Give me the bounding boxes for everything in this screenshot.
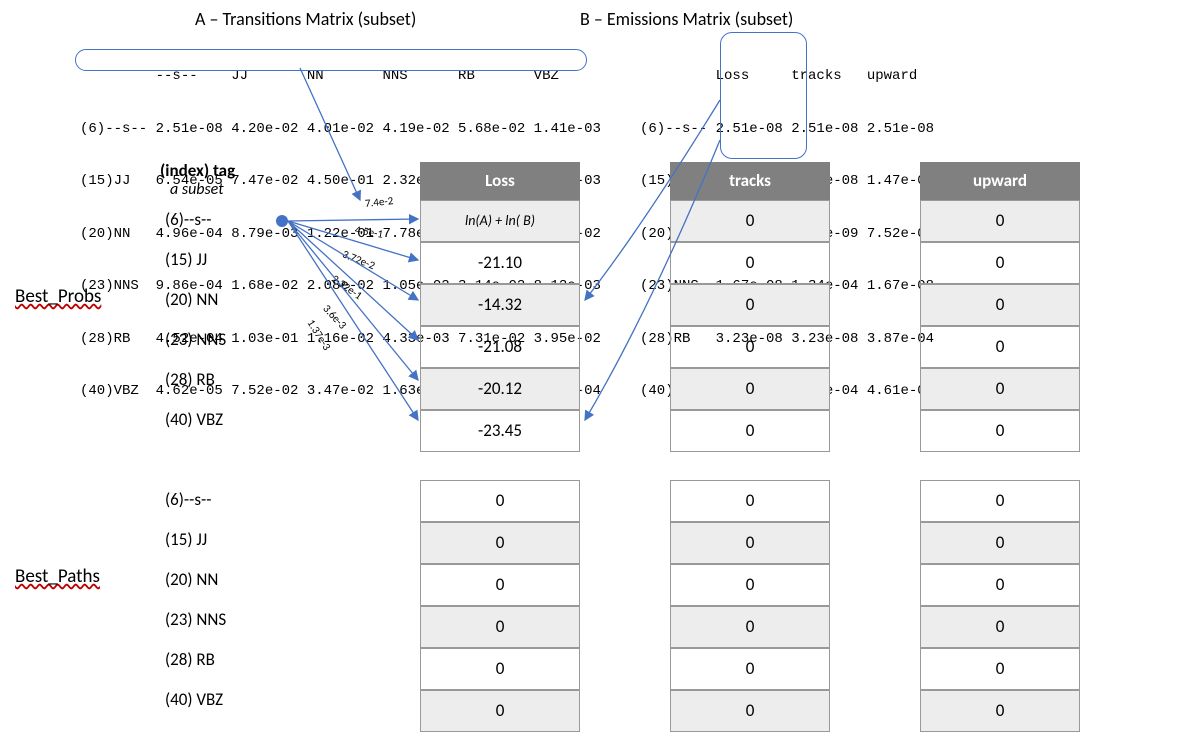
table-cell: 0 [920,368,1080,410]
table-cell: -23.45 [420,410,580,452]
table-cell: 0 [920,606,1080,648]
table-cell: 0 [670,690,830,732]
table-cell: 0 [670,200,830,242]
table-cell: -21.08 [420,326,580,368]
table-cell: 0 [920,690,1080,732]
row-tag: (15) JJ [165,520,285,560]
col-header-upward: upward [920,162,1080,200]
best-probs-label: Best_Probs [15,285,101,308]
table-cell: 0 [920,648,1080,690]
table-cell: 0 [920,564,1080,606]
table-cell: -20.12 [420,368,580,410]
table-cell: 0 [670,522,830,564]
table-cell: 0 [670,480,830,522]
table-cell: 0 [920,410,1080,452]
row-tag: (15) JJ [165,240,285,280]
paths-col-upward: 0 0 0 0 0 0 [920,480,1080,732]
row-tag: (23) NNS [165,600,285,640]
index-header: (index) tag [160,160,235,181]
probs-col-loss: Loss ln(A) + ln( B) -21.10 -14.32 -21.08… [420,162,580,452]
row-tag: (6)--s-- [165,480,285,520]
table-cell: 0 [420,690,580,732]
matrix-a-row: (6)--s-- 2.51e-08 4.20e-02 4.01e-02 4.19… [80,121,601,139]
row-tag: (20) NN [165,280,285,320]
col-header-loss: Loss [420,162,580,200]
row-tag: (6)--s-- [165,200,285,240]
row-tag: (40) VBZ [165,400,285,440]
paths-col-tracks: 0 0 0 0 0 0 [670,480,830,732]
table-cell: 0 [420,564,580,606]
row-tag: (20) NN [165,560,285,600]
title-a: A – Transitions Matrix (subset) [195,8,416,30]
table-cell: 0 [670,284,830,326]
table-cell: 0 [670,326,830,368]
table-cell: 0 [420,480,580,522]
title-b: B – Emissions Matrix (subset) [580,8,793,30]
table-cell: 0 [670,564,830,606]
table-cell: 0 [670,606,830,648]
highlight-box-a-row [75,49,587,71]
table-cell: 0 [670,368,830,410]
row-tag: (28) RB [165,640,285,680]
table-cell: 0 [420,606,580,648]
best-paths-label: Best_Paths [15,565,100,588]
row-labels-paths: (6)--s-- (15) JJ (20) NN (23) NNS (28) R… [165,480,285,720]
probs-col-upward: upward 0 0 0 0 0 0 [920,162,1080,452]
cell-formula: ln(A) + ln( B) [420,200,580,242]
table-cell: 0 [920,480,1080,522]
probs-col-tracks: tracks 0 0 0 0 0 0 [670,162,830,452]
table-cell: -21.10 [420,242,580,284]
row-tag: (40) VBZ [165,680,285,720]
table-cell: 0 [420,648,580,690]
row-tag: (23) NNS [165,320,285,360]
row-tag: (28) RB [165,360,285,400]
paths-col-loss: 0 0 0 0 0 0 [420,480,580,732]
table-cell: 0 [920,522,1080,564]
subset-label: a subset [170,180,224,199]
row-labels-probs: (6)--s-- (15) JJ (20) NN (23) NNS (28) R… [165,200,285,440]
table-cell: 0 [670,410,830,452]
table-cell: 0 [670,648,830,690]
table-cell: 0 [920,242,1080,284]
highlight-box-b-col [720,32,807,159]
col-header-tracks: tracks [670,162,830,200]
table-cell: 0 [920,284,1080,326]
source-node-dot [276,215,288,227]
table-cell: 0 [670,242,830,284]
table-cell: -14.32 [420,284,580,326]
table-cell: 0 [420,522,580,564]
table-cell: 0 [920,200,1080,242]
table-cell: 0 [920,326,1080,368]
